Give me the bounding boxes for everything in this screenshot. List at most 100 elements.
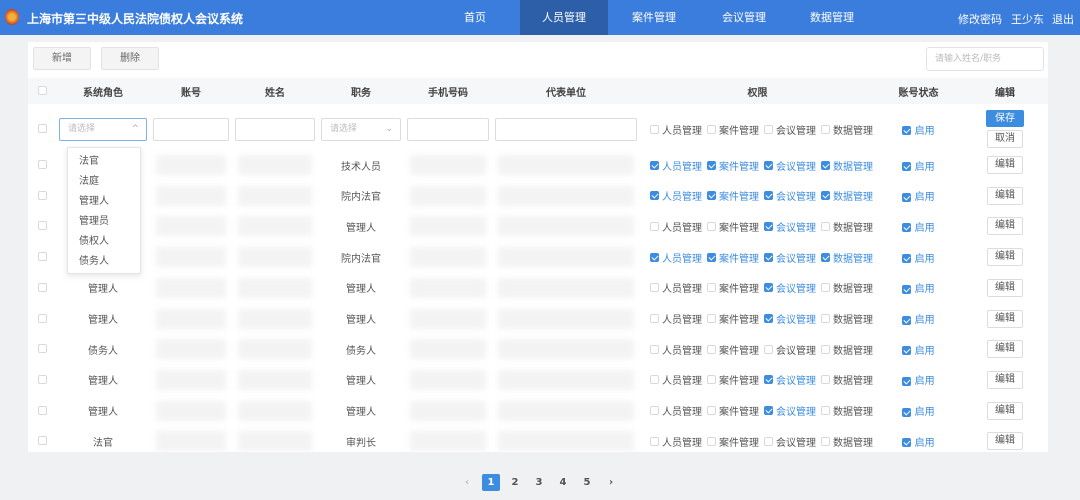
permission-checkbox[interactable] (650, 124, 659, 134)
permission-checkbox[interactable] (650, 436, 659, 446)
prev-page-button[interactable]: ‹ (458, 474, 476, 491)
permission-checkbox[interactable] (707, 252, 716, 262)
delete-button[interactable]: 删除 (101, 47, 159, 70)
nav-home[interactable]: 首页 (440, 0, 510, 35)
permission-checkbox[interactable] (821, 375, 830, 385)
permission-checkbox[interactable] (821, 406, 830, 416)
permission-checkbox[interactable] (707, 375, 716, 385)
permission-checkbox[interactable] (707, 124, 716, 134)
permission-checkbox[interactable] (764, 314, 773, 323)
edit-button[interactable]: 编辑 (987, 217, 1023, 236)
permission-checkbox[interactable] (821, 314, 830, 323)
row-checkbox[interactable] (37, 221, 47, 231)
permission-checkbox[interactable] (764, 160, 773, 170)
status-checkbox[interactable] (902, 126, 912, 135)
permission-checkbox[interactable] (707, 283, 716, 293)
permission-checkbox[interactable] (707, 344, 716, 354)
permission-checkbox[interactable] (821, 252, 830, 262)
change-password-link[interactable]: 修改密码 (958, 11, 1002, 27)
permission-checkbox[interactable] (707, 191, 716, 201)
row-checkbox[interactable] (37, 190, 47, 200)
permission-checkbox[interactable] (764, 375, 773, 385)
permission-checkbox[interactable] (650, 344, 659, 354)
cancel-button[interactable]: 取消 (987, 130, 1023, 148)
permission-checkbox[interactable] (821, 436, 830, 446)
page-5-button[interactable]: 5 (578, 474, 596, 491)
row-checkbox[interactable] (37, 313, 47, 323)
permission-checkbox[interactable] (650, 252, 659, 262)
nav-personnel[interactable]: 人员管理 (520, 0, 608, 35)
permission-checkbox[interactable] (707, 160, 716, 170)
row-checkbox[interactable] (37, 405, 47, 415)
permission-checkbox[interactable] (650, 406, 659, 416)
permission-checkbox[interactable] (764, 436, 773, 446)
add-button[interactable]: 新增 (33, 47, 91, 70)
permission-checkbox[interactable] (707, 314, 716, 323)
permission-checkbox[interactable] (821, 124, 830, 134)
dropdown-option[interactable]: 管理人 (68, 192, 140, 212)
dropdown-option[interactable]: 债权人 (68, 232, 140, 252)
permission-checkbox[interactable] (764, 283, 773, 293)
permission-checkbox[interactable] (707, 436, 716, 446)
permission-checkbox[interactable] (764, 221, 773, 231)
page-2-button[interactable]: 2 (506, 474, 524, 491)
permission-checkbox[interactable] (821, 283, 830, 293)
permission-checkbox[interactable] (764, 124, 773, 134)
name-input[interactable] (235, 117, 315, 141)
status-checkbox[interactable] (902, 162, 912, 171)
permission-checkbox[interactable] (821, 221, 830, 231)
select-all-checkbox[interactable] (37, 86, 47, 95)
account-input[interactable] (153, 117, 229, 141)
status-checkbox[interactable] (902, 192, 912, 202)
permission-checkbox[interactable] (650, 160, 659, 170)
status-checkbox[interactable] (902, 346, 912, 356)
page-1-button[interactable]: 1 (482, 474, 500, 491)
row-checkbox[interactable] (37, 374, 47, 384)
dropdown-option[interactable]: 债务人 (68, 252, 140, 272)
permission-checkbox[interactable] (821, 191, 830, 201)
status-checkbox[interactable] (902, 315, 912, 325)
permission-checkbox[interactable] (821, 160, 830, 170)
permission-checkbox[interactable] (764, 344, 773, 354)
permission-checkbox[interactable] (650, 191, 659, 201)
permission-checkbox[interactable] (650, 221, 659, 231)
logout-link[interactable]: 退出 (1052, 11, 1074, 27)
phone-input[interactable] (407, 117, 489, 141)
unit-input[interactable] (495, 117, 637, 141)
edit-button[interactable]: 编辑 (987, 309, 1023, 328)
permission-checkbox[interactable] (707, 406, 716, 416)
row-checkbox[interactable] (37, 344, 47, 354)
row-checkbox[interactable] (37, 436, 47, 446)
permission-checkbox[interactable] (764, 191, 773, 201)
edit-button[interactable]: 编辑 (987, 278, 1023, 297)
status-checkbox[interactable] (902, 438, 912, 448)
edit-button[interactable]: 编辑 (987, 370, 1023, 389)
row-checkbox[interactable] (37, 160, 47, 169)
edit-button[interactable]: 编辑 (987, 401, 1023, 420)
edit-button[interactable]: 编辑 (987, 186, 1023, 205)
dropdown-option[interactable]: 法庭 (68, 172, 140, 192)
status-checkbox[interactable] (902, 284, 912, 294)
permission-checkbox[interactable] (650, 314, 659, 323)
nav-data[interactable]: 数据管理 (793, 0, 871, 35)
permission-checkbox[interactable] (650, 375, 659, 385)
nav-meetings[interactable]: 会议管理 (705, 0, 783, 35)
status-checkbox[interactable] (902, 407, 912, 417)
status-checkbox[interactable] (902, 223, 912, 233)
status-checkbox[interactable] (902, 376, 912, 386)
edit-button[interactable]: 编辑 (987, 248, 1023, 267)
row-checkbox[interactable] (37, 124, 47, 133)
edit-button[interactable]: 编辑 (987, 340, 1023, 359)
edit-button[interactable]: 编辑 (987, 156, 1023, 174)
permission-checkbox[interactable] (650, 283, 659, 293)
next-page-button[interactable]: › (602, 474, 620, 491)
row-checkbox[interactable] (37, 252, 47, 262)
nav-cases[interactable]: 案件管理 (615, 0, 693, 35)
dropdown-option[interactable]: 管理员 (68, 212, 140, 232)
row-checkbox[interactable] (37, 282, 47, 292)
permission-checkbox[interactable] (821, 344, 830, 354)
dropdown-option[interactable]: 法官 (68, 152, 140, 172)
status-checkbox[interactable] (902, 254, 912, 264)
save-button[interactable]: 保存 (986, 110, 1024, 127)
edit-button[interactable]: 编辑 (987, 432, 1023, 451)
